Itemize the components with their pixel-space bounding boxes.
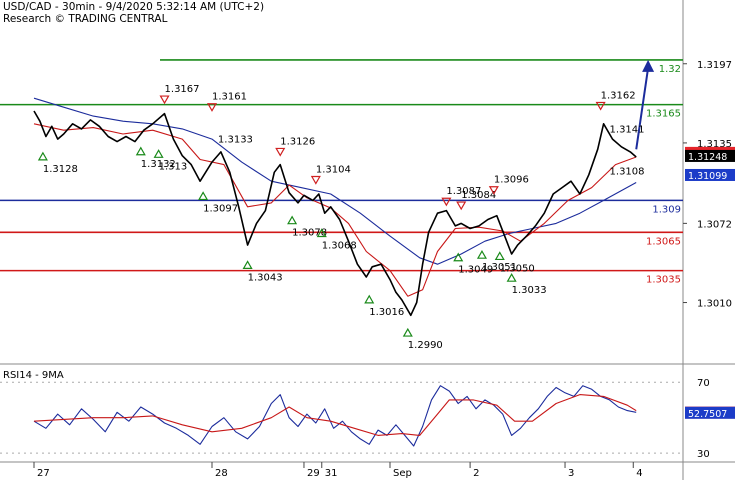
high-marker — [275, 147, 286, 157]
low-marker — [494, 251, 505, 261]
time-tick-label: 31 — [325, 468, 338, 479]
high-label: 1.3162 — [601, 90, 636, 101]
rsi-tag-label: 52.7507 — [688, 409, 727, 420]
price-tag-label: 1.31248 — [688, 152, 727, 163]
time-tick-label: 3 — [568, 468, 574, 479]
rsi-tick-label: 30 — [697, 449, 710, 460]
time-tick-label: 2 — [473, 468, 479, 479]
high-label: 1.3084 — [461, 190, 496, 201]
low-label: 1.2990 — [408, 340, 443, 351]
ma-long-line — [33, 97, 637, 265]
forecast-arrow-head — [642, 59, 655, 72]
high-label: 1.3167 — [165, 84, 200, 95]
low-marker — [37, 151, 48, 161]
high-marker — [159, 95, 170, 105]
high-marker — [310, 175, 321, 185]
level-label: 1.309 — [652, 204, 681, 215]
rsi-ma-line — [33, 394, 637, 436]
time-tick-label: 4 — [636, 468, 642, 479]
low-label: 1.3097 — [203, 203, 238, 214]
low-marker — [476, 249, 488, 259]
price-tick-label: 1.3072 — [697, 219, 732, 230]
level-label: 1.32 — [659, 64, 681, 75]
level-label: 1.3165 — [646, 109, 681, 120]
price-tick-label: 1.3197 — [697, 60, 732, 71]
high-marker — [595, 101, 606, 111]
low-marker — [153, 149, 164, 158]
low-marker — [402, 327, 413, 337]
low-label: 1.313 — [159, 161, 188, 172]
chart-svg: 1.31971.31351.30721.30101.321.31651.3091… — [0, 0, 735, 480]
high-label: 1.3161 — [212, 92, 247, 103]
low-marker — [453, 252, 464, 262]
chart-root: 1.3197 1.3135 1.3072 1.3010 1.32 1.3165 1.309 1… — [0, 0, 735, 480]
low-label: 1.3128 — [43, 164, 78, 175]
low-label: 1.3050 — [500, 263, 535, 274]
rsi-title: RSI14 - 9MA — [3, 370, 64, 381]
high-label: 1.3104 — [316, 165, 351, 176]
low-label: 1.3043 — [248, 272, 283, 283]
level-note: 1.3141 — [610, 124, 645, 135]
level-label: 1.3065 — [646, 236, 681, 247]
price-tick-label: 1.3010 — [697, 299, 732, 310]
low-marker — [135, 146, 146, 156]
rsi-tick-label: 70 — [697, 378, 710, 389]
high-marker — [441, 197, 452, 207]
time-tick-label: Sep — [393, 468, 412, 479]
low-marker — [242, 260, 253, 269]
level-note: 1.3133 — [218, 134, 253, 145]
high-marker — [456, 201, 467, 211]
low-label: 1.3068 — [322, 240, 357, 251]
low-marker — [364, 294, 375, 304]
research-credit: Research © TRADING CENTRAL — [3, 13, 168, 25]
high-label: 1.3096 — [494, 175, 529, 186]
time-tick-label: 28 — [215, 468, 228, 479]
low-label: 1.3016 — [369, 307, 404, 318]
time-tick-label: 27 — [37, 468, 50, 479]
high-label: 1.3126 — [280, 136, 315, 147]
rsi-line — [33, 385, 637, 447]
level-note: 1.3108 — [610, 166, 645, 177]
low-label: 1.3033 — [512, 285, 547, 296]
low-marker — [198, 191, 209, 201]
low-marker — [287, 215, 298, 225]
low-marker — [506, 272, 517, 282]
level-label: 1.3035 — [646, 275, 681, 286]
time-tick-label: 29 — [307, 468, 320, 479]
price-tag-label: 1.31099 — [688, 171, 727, 182]
